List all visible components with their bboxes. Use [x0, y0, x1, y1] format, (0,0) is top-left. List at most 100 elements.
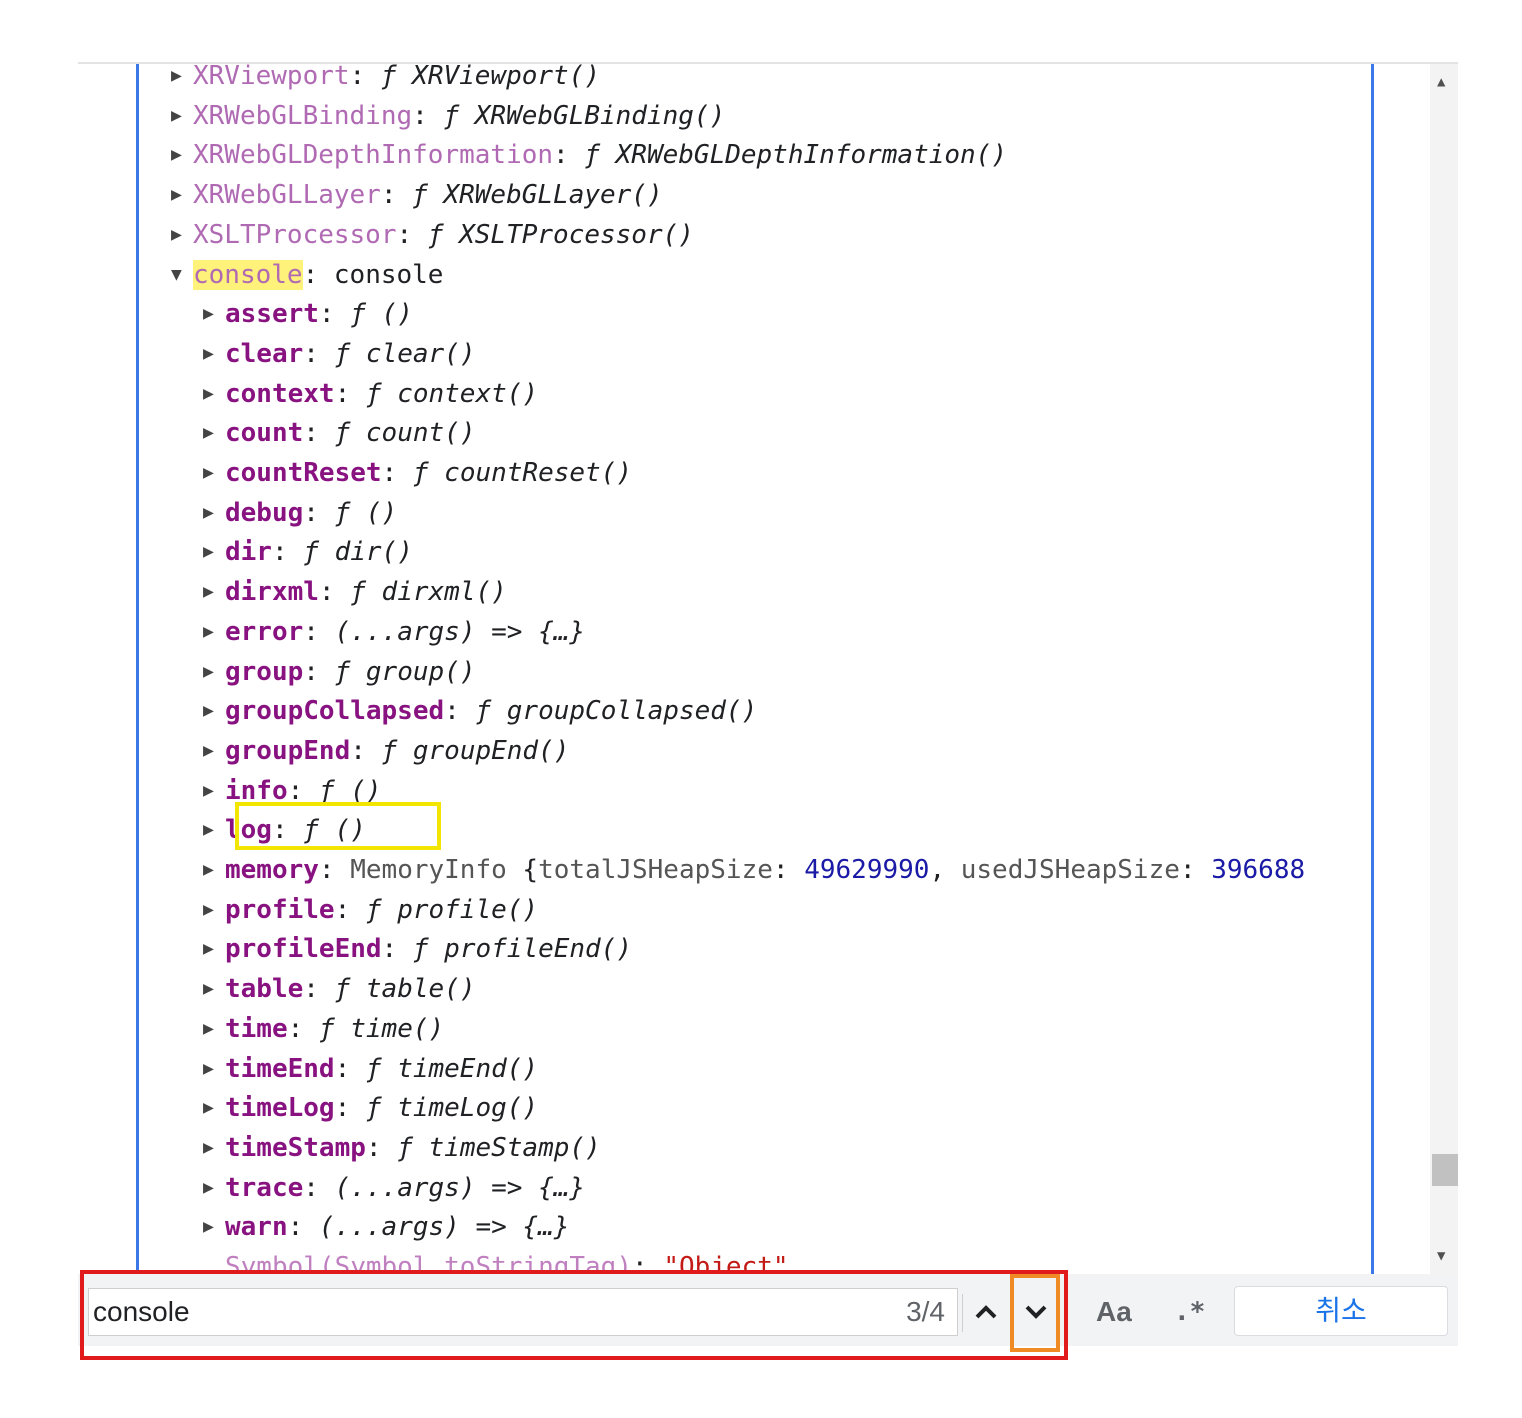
triangle-right-icon[interactable]: ▶: [171, 215, 193, 255]
property-value: ƒ timeLog(): [365, 1093, 539, 1124]
tree-row-clear[interactable]: ▶ clear: ƒ clear(): [203, 334, 475, 374]
triangle-right-icon[interactable]: ▶: [171, 64, 193, 96]
property-value: (...args) => {…}: [318, 1212, 570, 1243]
separator: :: [318, 577, 351, 608]
object-type: MemoryInfo: [350, 855, 523, 885]
triangle-right-icon[interactable]: ▶: [203, 493, 225, 533]
triangle-right-icon[interactable]: ▶: [203, 1207, 225, 1247]
tree-row-expanded[interactable]: ▼ console: console: [171, 255, 443, 295]
tree-row-groupEnd[interactable]: ▶ groupEnd: ƒ groupEnd(): [203, 731, 569, 771]
property-value: ƒ XRWebGLDepthInformation(): [584, 140, 1007, 171]
tree-row-groupCollapsed[interactable]: ▶ groupCollapsed: ƒ groupCollapsed(): [203, 691, 757, 731]
triangle-right-icon[interactable]: ▶: [203, 294, 225, 334]
property-key: XRViewport: [193, 64, 350, 91]
property-key: groupEnd: [225, 735, 351, 766]
triangle-right-icon[interactable]: ▶: [203, 890, 225, 930]
triangle-right-icon[interactable]: ▶: [203, 1168, 225, 1208]
property-value: ƒ XRWebGLBinding(): [443, 100, 726, 131]
triangle-right-icon[interactable]: ▶: [203, 691, 225, 731]
vertical-scrollbar[interactable]: ▲ ▼: [1430, 64, 1458, 1276]
triangle-right-icon[interactable]: ▶: [203, 929, 225, 969]
match-case-toggle[interactable]: Aa: [1096, 1288, 1132, 1336]
triangle-right-icon[interactable]: ▶: [203, 771, 225, 811]
separator: :: [318, 299, 351, 330]
triangle-down-icon[interactable]: ▼: [171, 255, 193, 295]
tree-row-timeStamp[interactable]: ▶ timeStamp: ƒ timeStamp(): [203, 1128, 601, 1168]
tree-row-table[interactable]: ▶ table: ƒ table(): [203, 969, 475, 1009]
separator: :: [271, 537, 304, 568]
tree-row-trace[interactable]: ▶ trace: (...args) => {…}: [203, 1168, 585, 1208]
tree-row-time[interactable]: ▶ time: ƒ time(): [203, 1009, 444, 1049]
tree-row-dirxml[interactable]: ▶ dirxml: ƒ dirxml(): [203, 572, 507, 612]
tree-row-countReset[interactable]: ▶ countReset: ƒ countReset(): [203, 453, 632, 493]
tree-row-memory[interactable]: ▶ memory: MemoryInfo {totalJSHeapSize: 49…: [203, 850, 1305, 890]
property-value: ƒ countReset(): [412, 458, 633, 488]
tree-row-profile[interactable]: ▶ profile: ƒ profile(): [203, 890, 538, 930]
triangle-right-icon[interactable]: ▶: [171, 175, 193, 215]
scroll-thumb[interactable]: [1432, 1154, 1458, 1186]
separator: :: [412, 100, 444, 131]
triangle-right-icon[interactable]: ▶: [203, 374, 225, 414]
tree-row-context[interactable]: ▶ context: ƒ context(): [203, 374, 538, 414]
tree-row[interactable]: ▶ XRWebGLLayer: ƒ XRWebGLLayer(): [171, 175, 663, 215]
tree-row-debug[interactable]: ▶ debug: ƒ (): [203, 493, 397, 533]
triangle-right-icon[interactable]: ▶: [203, 1009, 225, 1049]
triangle-right-icon[interactable]: ▶: [203, 969, 225, 1009]
annotation-yellow-box: [235, 802, 441, 850]
tree-row-timeEnd[interactable]: ▶ timeEnd: ƒ timeEnd(): [203, 1049, 538, 1089]
triangle-right-icon[interactable]: ▶: [203, 532, 225, 572]
annotation-orange-box: [1010, 1274, 1060, 1352]
cancel-button[interactable]: 취소: [1234, 1286, 1448, 1336]
property-key: error: [225, 616, 304, 647]
separator: :: [334, 1053, 366, 1084]
tree-row[interactable]: ▶ XSLTProcessor: ƒ XSLTProcessor(): [171, 215, 694, 255]
scroll-up-icon[interactable]: ▲: [1437, 74, 1445, 90]
tree-row-group[interactable]: ▶ group: ƒ group(): [203, 652, 475, 692]
tree-row[interactable]: ▶ XRWebGLDepthInformation: ƒ XRWebGLDepth…: [171, 135, 1007, 175]
separator: :: [318, 855, 351, 885]
triangle-right-icon[interactable]: ▶: [203, 1128, 225, 1168]
separator: :: [303, 616, 335, 647]
tree-row-assert[interactable]: ▶ assert: ƒ (): [203, 294, 413, 334]
property-value: ƒ XRViewport(): [380, 64, 601, 91]
triangle-right-icon[interactable]: ▶: [203, 334, 225, 374]
tree-row-dir[interactable]: ▶ dir: ƒ dir(): [203, 532, 413, 572]
separator: :: [381, 458, 413, 488]
separator: :: [380, 180, 413, 211]
tree-row-error[interactable]: ▶ error: (...args) => {…}: [203, 612, 585, 652]
property-key: totalJSHeapSize: [538, 855, 773, 885]
property-key: warn: [225, 1212, 288, 1243]
tree-row-timeLog[interactable]: ▶ timeLog: ƒ timeLog(): [203, 1088, 538, 1128]
triangle-right-icon[interactable]: ▶: [171, 135, 193, 175]
triangle-right-icon[interactable]: ▶: [203, 652, 225, 692]
property-key: console: [193, 259, 303, 290]
separator: ,: [929, 855, 961, 885]
property-key: memory: [225, 855, 319, 885]
triangle-right-icon[interactable]: ▶: [203, 850, 225, 890]
triangle-right-icon[interactable]: ▶: [171, 96, 193, 136]
triangle-right-icon[interactable]: ▶: [203, 572, 225, 612]
regex-toggle[interactable]: .*: [1174, 1288, 1205, 1336]
tree-row-profileEnd[interactable]: ▶ profileEnd: ƒ profileEnd(): [203, 929, 632, 969]
separator: :: [287, 1212, 319, 1243]
triangle-right-icon[interactable]: ▶: [203, 731, 225, 771]
property-value: ƒ clear(): [334, 338, 476, 369]
property-value: ƒ XRWebGLLayer(): [412, 180, 663, 211]
triangle-right-icon[interactable]: ▶: [203, 1088, 225, 1128]
triangle-right-icon[interactable]: ▶: [203, 453, 225, 493]
triangle-right-icon[interactable]: ▶: [203, 413, 225, 453]
property-key: timeStamp: [225, 1132, 366, 1163]
triangle-right-icon[interactable]: ▶: [203, 810, 225, 850]
separator: :: [350, 735, 382, 766]
tree-row-warn[interactable]: ▶ warn: (...args) => {…}: [203, 1207, 569, 1247]
tree-row[interactable]: ▶ XRWebGLBinding: ƒ XRWebGLBinding(): [171, 96, 725, 136]
property-key: table: [225, 974, 304, 1005]
separator: :: [444, 696, 476, 727]
tree-row-count[interactable]: ▶ count: ƒ count(): [203, 413, 475, 453]
property-value: ƒ table(): [334, 974, 476, 1005]
triangle-right-icon[interactable]: ▶: [203, 612, 225, 652]
triangle-right-icon[interactable]: ▶: [203, 1049, 225, 1089]
scroll-down-icon[interactable]: ▼: [1437, 1248, 1445, 1264]
property-key: XRWebGLBinding: [193, 100, 413, 131]
tree-row[interactable]: ▶ XRViewport: ƒ XRViewport(): [171, 64, 600, 96]
